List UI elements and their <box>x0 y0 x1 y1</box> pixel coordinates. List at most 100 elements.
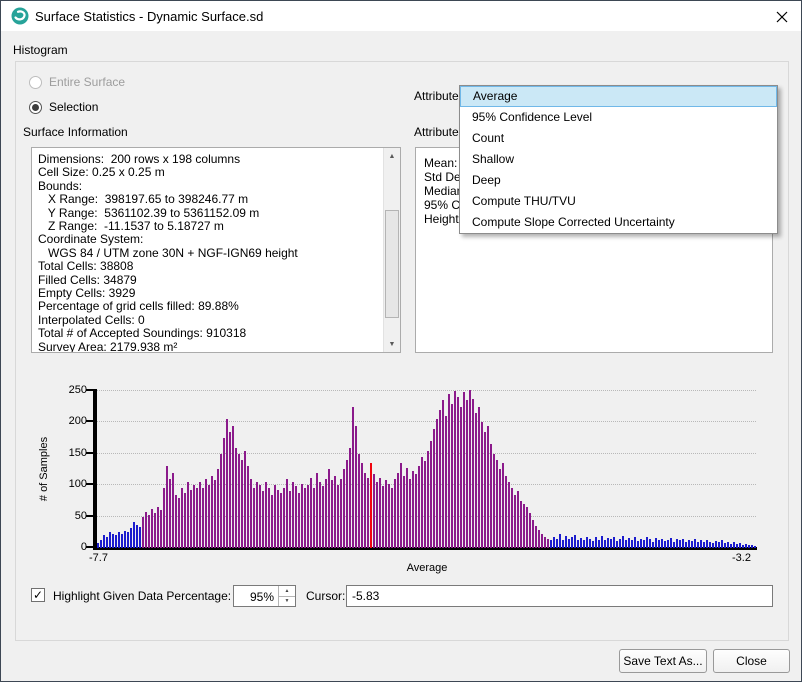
spinner-down-icon[interactable]: ▼ <box>279 596 295 607</box>
histogram-bar <box>361 463 363 548</box>
histogram-bar <box>100 540 102 548</box>
histogram-plot-area[interactable] <box>97 390 757 548</box>
histogram-bar <box>604 540 606 548</box>
surface-info-line: Dimensions: 200 rows x 198 columns <box>38 153 378 166</box>
dropdown-item-95-confidence-level[interactable]: 95% Confidence Level <box>460 107 777 128</box>
histogram-bar <box>253 488 255 548</box>
histogram-bar <box>442 400 444 548</box>
radio-circle <box>29 76 42 89</box>
surface-information-panel[interactable]: Dimensions: 200 rows x 198 columnsCell S… <box>31 147 401 353</box>
attribute-label: Attribute: <box>414 89 462 103</box>
histogram-bar <box>625 540 627 548</box>
surface-information-text: Dimensions: 200 rows x 198 columnsCell S… <box>38 153 378 353</box>
histogram-bar <box>553 537 555 548</box>
percentage-spinbox[interactable]: 95% ▲ ▼ <box>233 585 296 607</box>
histogram-bar <box>274 485 276 548</box>
histogram-bar <box>430 441 432 548</box>
histogram-bar <box>208 485 210 548</box>
histogram-bar <box>211 476 213 548</box>
histogram-bar <box>196 488 198 548</box>
histogram-bar <box>715 541 717 548</box>
histogram-bar <box>484 432 486 548</box>
histogram-bar <box>415 474 417 548</box>
histogram-bar <box>421 457 423 548</box>
histogram-bar <box>160 510 162 548</box>
histogram-bar <box>730 544 732 548</box>
histogram-bar <box>250 479 252 548</box>
y-tick-label-200: 200 <box>51 415 87 427</box>
histogram-bar <box>190 490 192 548</box>
checkmark-icon: ✓ <box>33 588 43 602</box>
histogram-bar <box>235 448 237 548</box>
histogram-bar <box>424 461 426 548</box>
histogram-bar <box>391 488 393 548</box>
scroll-down-icon[interactable]: ▼ <box>384 336 400 352</box>
histogram-bar <box>271 495 273 548</box>
dropdown-item-compute-slope-corrected-uncertainty[interactable]: Compute Slope Corrected Uncertainty <box>460 212 777 233</box>
histogram-bar <box>619 539 621 548</box>
close-icon[interactable] <box>773 8 791 26</box>
histogram-bar <box>307 485 309 548</box>
histogram-bar <box>373 474 375 548</box>
cursor-input[interactable] <box>346 585 773 607</box>
histogram-bar <box>262 491 264 548</box>
surface-info-line: Bounds: <box>38 180 378 193</box>
histogram-bar <box>475 413 477 548</box>
surface-info-line: Z Range: -11.1537 to 5.18727 m <box>38 220 378 233</box>
histogram-bar <box>412 471 414 548</box>
histogram-bar <box>679 540 681 548</box>
surface-info-line: Empty Cells: 3929 <box>38 287 378 300</box>
histogram-bar <box>304 488 306 548</box>
histogram-bar <box>541 534 543 548</box>
save-text-as-button[interactable]: Save Text As... <box>619 649 707 673</box>
surface-info-line: Filled Cells: 34879 <box>38 274 378 287</box>
dropdown-item-count[interactable]: Count <box>460 128 777 149</box>
histogram-bar <box>349 448 351 548</box>
histogram-bar <box>550 540 552 548</box>
cursor-label: Cursor: <box>306 589 345 603</box>
surface-information-label: Surface Information <box>23 125 128 139</box>
surface-info-scrollbar[interactable]: ▲ ▼ <box>383 148 400 352</box>
dropdown-item-compute-thu-tvu[interactable]: Compute THU/TVU <box>460 191 777 212</box>
histogram-bar <box>652 542 654 548</box>
scrollbar-thumb[interactable] <box>385 210 399 318</box>
histogram-bar <box>487 426 489 548</box>
histogram-bar <box>643 540 645 548</box>
attribute-dropdown-list[interactable]: Average95% Confidence LevelCountShallowD… <box>459 85 778 234</box>
histogram-bar <box>637 541 639 548</box>
highlight-percentage-checkbox[interactable]: ✓ <box>31 588 45 602</box>
dropdown-item-average[interactable]: Average <box>460 86 777 107</box>
histogram-bar <box>217 469 219 548</box>
histogram-bar <box>256 482 258 548</box>
histogram-bar <box>739 543 741 548</box>
histogram-bar <box>712 543 714 548</box>
radio-selection[interactable]: Selection <box>29 100 98 114</box>
histogram-bar <box>538 530 540 548</box>
histogram-bar <box>526 507 528 548</box>
close-button[interactable]: Close <box>713 649 790 673</box>
histogram-bar <box>319 482 321 548</box>
histogram-bar <box>232 426 234 548</box>
y-tick-mark <box>86 483 93 485</box>
histogram-bar <box>202 488 204 548</box>
histogram-bar <box>508 482 510 548</box>
histogram-bar <box>640 539 642 548</box>
histogram-bar <box>523 504 525 548</box>
histogram-bar <box>172 473 174 548</box>
spinner-up-icon[interactable]: ▲ <box>279 586 295 596</box>
histogram-bar <box>556 539 558 548</box>
histogram-bar <box>337 485 339 548</box>
surface-info-line: Cell Size: 0.25 x 0.25 m <box>38 166 378 179</box>
dropdown-item-deep[interactable]: Deep <box>460 170 777 191</box>
histogram-bar <box>334 476 336 548</box>
y-tick-mark <box>86 546 93 548</box>
histogram-bar <box>127 532 129 548</box>
histogram-bar <box>580 538 582 548</box>
dropdown-item-shallow[interactable]: Shallow <box>460 149 777 170</box>
histogram-bar <box>463 392 465 548</box>
histogram-bar <box>283 488 285 548</box>
histogram-bar <box>493 454 495 548</box>
histogram-bar <box>292 482 294 548</box>
histogram-bar <box>397 473 399 548</box>
scroll-up-icon[interactable]: ▲ <box>384 148 400 164</box>
